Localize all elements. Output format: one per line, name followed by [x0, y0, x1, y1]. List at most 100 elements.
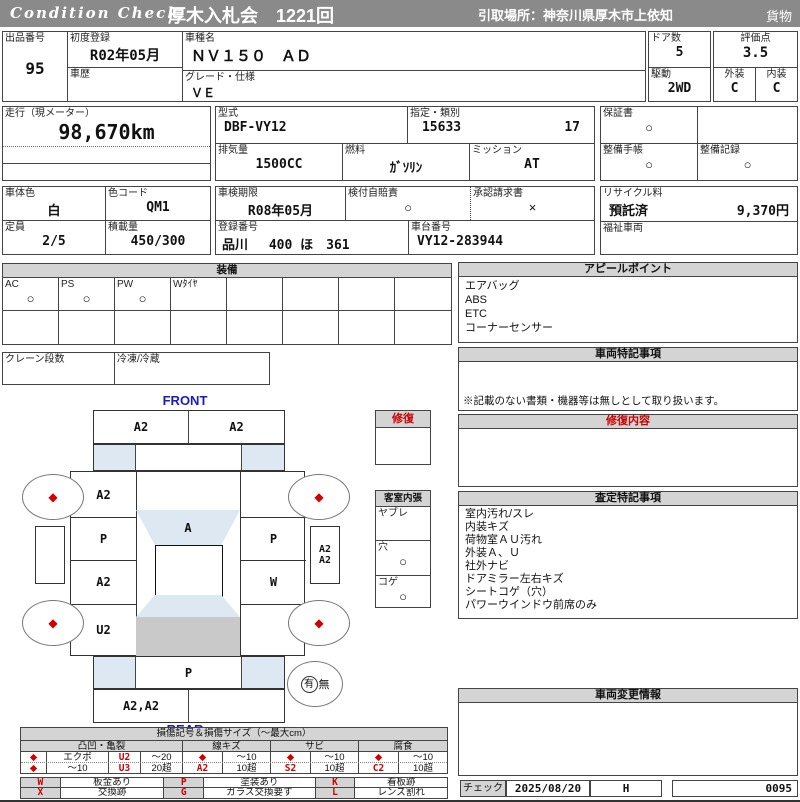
registration-box: 初度登録 R02年05月 車歴 — [67, 31, 183, 102]
fridge-label: 冷凍/冷蔵 — [117, 354, 160, 365]
drive-value: 2WD — [667, 81, 692, 96]
history-label: 車歴 — [70, 69, 90, 80]
chassis-model-label: 型式 — [218, 108, 238, 119]
damage-diamond-icon: ◆ — [314, 616, 324, 630]
equipment-title: 装備 — [3, 264, 451, 278]
capacity-value: 2/5 — [42, 234, 66, 249]
maintenance-record-mark: ○ — [743, 157, 752, 172]
repair-flag-box: 修復 — [375, 410, 431, 465]
inspection-value: R08年05月 — [247, 204, 314, 219]
legend-row-2: ◆ ～10 U3 20超 A2 10超 S2 10超 C2 10超 — [21, 763, 447, 774]
appeal-item: エアバッグ — [465, 280, 520, 292]
zone-hood: A — [136, 510, 240, 545]
interior-value: C — [772, 81, 781, 96]
spec-box: 型式 DBF-VY12 指定・類別 15633 17 排気量 1500CC 燃料… — [215, 106, 595, 181]
reg-no-label: 登録番号 — [218, 222, 258, 233]
assessment-item: 社外ナビ — [465, 560, 509, 572]
assessment-item: パワーウインドウ前席のみ — [465, 599, 597, 611]
load-value: 450/300 — [130, 234, 186, 249]
assessment-item: ドアミラー左右キズ — [465, 573, 564, 585]
class-no2: 17 — [564, 120, 580, 135]
body-color-value: 白 — [47, 204, 61, 219]
lot-number-label: 出品番号 — [5, 33, 45, 44]
assessment-item: 内装キズ — [465, 521, 509, 533]
presence-no: 無 — [318, 679, 330, 691]
check-label: チェック — [460, 780, 506, 797]
damage-diamond-icon: ◆ — [48, 490, 58, 504]
vehicle-notes-title: 車両特記事項 — [459, 348, 797, 362]
vehicle-category: 貨物 — [765, 9, 792, 24]
model-box: 車種名 ＮＶ１５０ ＡＤ グレード・仕様 ＶＥ — [182, 31, 646, 102]
equipment-cell-ps: PS ○ — [59, 278, 115, 310]
appeal-title: アピールポイント — [459, 263, 797, 277]
first-reg-value: R02年05月 — [89, 48, 161, 64]
equipment-cell-ac: AC ○ — [3, 278, 59, 310]
load-label: 積載量 — [108, 222, 138, 233]
cabin-title: 客室内張 — [376, 491, 430, 507]
inspection-label: 車検期限 — [218, 188, 258, 199]
damage-diamond-icon: ◆ — [48, 616, 58, 630]
wheel-front-left: ◆ — [22, 474, 84, 520]
legend-group-corrosion: 腐食 — [359, 741, 447, 751]
welfare-label: 福祉車両 — [603, 223, 643, 234]
auction-condition-sheet: Condition Check 厚木入札会 1221回 引取場所：神奈川県厚木市… — [0, 0, 800, 802]
auction-title: 厚木入札会 1221回 — [168, 6, 335, 26]
change-info-title: 車両変更情報 — [459, 689, 797, 703]
doors-label: ドア数 — [651, 33, 681, 44]
appeal-item: ABS — [465, 294, 488, 306]
zone-left-rear-door: A2 — [71, 560, 137, 605]
wheel-rear-right: ◆ — [288, 600, 350, 646]
assessment-box: 査定特記事項 室内汚れ/スレ 内装キズ 荷物室ＡＵ汚れ 外装Ａ、Ｕ 社外ナビ ド… — [458, 491, 798, 619]
zone-left-side-panel — [35, 526, 65, 584]
legend-group-rust: サビ — [271, 741, 359, 751]
crane-fridge-box: クレーン段数 冷凍/冷蔵 — [2, 352, 270, 385]
appeal-item: ETC — [465, 308, 487, 320]
brand-logo: Condition Check — [10, 4, 180, 22]
mileage-label: 走行（現メーター） — [5, 108, 95, 119]
zone-body: A2 P A2 U2 P W A — [70, 471, 306, 656]
class-label: 指定・類別 — [409, 108, 460, 119]
zone-right-rear-door: W — [240, 560, 306, 605]
zone-rear-glass — [136, 595, 240, 617]
score-label: 評価点 — [740, 33, 771, 44]
zone-right-side-panel: A2 A2 — [310, 526, 340, 584]
warranty-label: 保証書 — [603, 108, 633, 119]
recycle-fee: 9,370円 — [736, 204, 789, 219]
assessment-title: 査定特記事項 — [459, 492, 797, 506]
vehicle-notes-disclaimer: ※記載のない書類・機器等は無しとして取り扱います。 — [463, 395, 725, 407]
cabin-row-tear: ヤブレ — [376, 507, 430, 541]
exterior-value: C — [730, 81, 739, 96]
chassis-no-label: 車台番号 — [411, 222, 451, 233]
assessment-item: 荷物室ＡＵ汚れ — [465, 534, 542, 546]
transmission-value: AT — [524, 157, 540, 172]
vehicle-notes-box: 車両特記事項 ※記載のない書類・機器等は無しとして取り扱います。 — [458, 347, 798, 411]
grade-value: ＶＥ — [191, 86, 216, 100]
chassis-model-value: DBF-VY12 — [224, 120, 287, 135]
lot-number-value: 95 — [25, 59, 45, 78]
appeal-points-box: アピールポイント エアバッグ ABS ETC コーナーセンサー — [458, 262, 798, 343]
cabin-row-hole: 穴 ○ — [376, 541, 430, 576]
crane-label: クレーン段数 — [5, 354, 65, 365]
wheel-rear-left: ◆ — [22, 600, 84, 646]
check-inspector: H — [590, 780, 662, 797]
legend-group-dents: 凸凹・亀裂 — [21, 741, 183, 751]
check-date: 2025/08/20 — [506, 780, 590, 797]
recycle-status: 預託済 — [609, 204, 649, 219]
color-code-value: QM1 — [146, 200, 170, 215]
displacement-value: 1500CC — [255, 157, 303, 172]
repair-content-box: 修復内容 — [458, 414, 798, 487]
displacement-label: 排気量 — [218, 145, 248, 156]
equipment-cell-wtire: Wﾀｲﾔ — [171, 278, 227, 310]
damage-marks-table: W 板金あり P 塗装あり K 看板跡 X 交換跡 G ガラス交換要す L レン… — [20, 777, 448, 799]
header-bar: Condition Check 厚木入札会 1221回 引取場所：神奈川県厚木市… — [0, 0, 800, 27]
pickup-location: 引取場所：神奈川県厚木市上依知 — [478, 8, 674, 23]
fuel-value: ｶﾞｿﾘﾝ — [389, 161, 423, 176]
mileage-value: 98,670km — [58, 120, 155, 144]
interior-label: 内装 — [766, 69, 787, 80]
maintenance-book-label: 整備手帳 — [603, 145, 643, 156]
score-value: 3.5 — [742, 45, 769, 61]
score-box: 評価点 3.5 外装 C 内装 C — [713, 31, 798, 102]
class-no1: 15633 — [421, 120, 462, 135]
capacity-label: 定員 — [5, 222, 25, 233]
recycle-box: リサイクル料 預託済 9,370円 福祉車両 — [600, 186, 798, 255]
